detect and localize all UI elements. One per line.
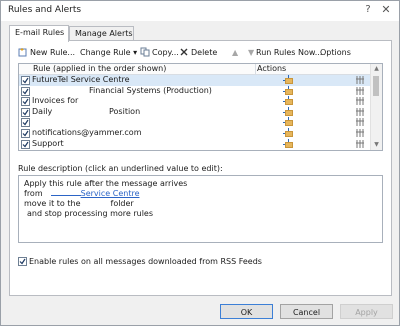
run-rules-now-button[interactable]: Run Rules Now...: [256, 47, 322, 59]
checkmark-icon: [22, 109, 29, 116]
move-down-button[interactable]: ▼: [248, 47, 254, 59]
rss-checkbox[interactable]: [18, 257, 27, 266]
scroll-down-arrow-icon[interactable]: ▼: [371, 140, 382, 150]
move-to-folder-action-icon: [282, 117, 294, 127]
desc-line-1: Apply this rule after the message arrive…: [24, 179, 188, 188]
stop-processing-action-icon: [355, 86, 365, 96]
rules-scrollbar[interactable]: ▲ ▼: [370, 64, 382, 150]
column-divider: [255, 64, 256, 74]
move-to-folder-action-icon: [282, 96, 294, 106]
rules-toolbar: New Rule... Change Rule ▾ Copy... Delete…: [10, 45, 391, 61]
rule-row[interactable]: Invoices for: [19, 96, 370, 107]
checkmark-icon: [22, 98, 29, 105]
cancel-button[interactable]: Cancel: [280, 304, 333, 319]
delete-icon: [179, 47, 189, 57]
rule-name: notifications@yammer.com: [32, 128, 142, 137]
stop-processing-action-icon: [355, 139, 365, 149]
ok-button[interactable]: OK: [220, 304, 273, 319]
rule-row[interactable]: Daily Position: [19, 106, 370, 118]
tab-email-rules[interactable]: E-mail Rules: [9, 25, 69, 42]
change-rule-button[interactable]: Change Rule ▾: [80, 47, 137, 59]
rules-list[interactable]: Rule (applied in the order shown) Action…: [18, 63, 383, 151]
desc-line-4: and stop processing more rules: [27, 209, 154, 218]
desc-line-2: from Service Centre: [24, 189, 139, 199]
new-rule-label: New Rule...: [30, 48, 76, 57]
scroll-thumb[interactable]: [373, 76, 379, 96]
rule-description-box: Apply this rule after the message arrive…: [18, 175, 383, 243]
rule-name-detail: Position: [109, 106, 141, 116]
desc-folder-text: folder: [110, 199, 134, 208]
new-rule-button[interactable]: New Rule...: [18, 47, 75, 59]
title-bar: Rules and Alerts ? ✕: [1, 1, 399, 21]
tab-manage-alerts[interactable]: Manage Alerts: [69, 26, 134, 41]
checkmark-icon: [22, 130, 29, 137]
rule-enabled-checkbox[interactable]: [21, 97, 30, 107]
rule-name: FutureTel Service Centre: [32, 75, 130, 84]
desc-move-text: move it to the: [24, 199, 81, 208]
rule-name: Daily: [32, 106, 53, 116]
delete-button[interactable]: Delete: [179, 47, 217, 59]
options-button[interactable]: Options: [320, 47, 351, 59]
stop-processing-action-icon: [355, 75, 365, 85]
rule-enabled-checkbox[interactable]: [21, 76, 30, 85]
rule-enabled-checkbox[interactable]: [21, 118, 30, 128]
close-button[interactable]: ✕: [379, 4, 393, 16]
copy-label: Copy...: [152, 48, 179, 57]
rules-list-header: Rule (applied in the order shown) Action…: [19, 64, 370, 75]
rule-enabled-checkbox[interactable]: [21, 86, 30, 96]
column-header-actions[interactable]: Actions: [257, 64, 286, 74]
change-rule-label: Change Rule ▾: [80, 48, 138, 57]
move-to-folder-action-icon: [282, 75, 294, 85]
move-up-button[interactable]: ▲: [232, 47, 238, 59]
rule-row[interactable]: Financial Systems (Production): [19, 85, 370, 97]
checkmark-icon: [22, 120, 29, 126]
move-to-folder-action-icon: [282, 106, 294, 117]
rule-name: Support: [32, 138, 64, 148]
desc-from-text: from: [24, 189, 43, 198]
rule-enabled-checkbox[interactable]: [21, 107, 30, 117]
scroll-up-arrow-icon[interactable]: ▲: [371, 64, 382, 74]
checkmark-icon: [22, 77, 29, 84]
move-to-folder-action-icon: [282, 138, 294, 149]
rule-row[interactable]: notifications@yammer.com: [19, 128, 370, 139]
stop-processing-action-icon: [355, 107, 365, 117]
desc-line-3: move it to the folder: [24, 199, 134, 209]
rule-description-label: Rule description (click an underlined va…: [18, 164, 223, 173]
rule-name: Invoices for: [32, 96, 79, 106]
help-button[interactable]: ?: [361, 4, 375, 16]
move-to-folder-action-icon: [282, 85, 294, 96]
move-to-folder-action-icon: [282, 128, 294, 138]
rss-label: Enable rules on all messages downloaded …: [29, 257, 262, 266]
new-rule-icon: [18, 47, 28, 57]
rules-and-alerts-dialog: Rules and Alerts ? ✕ E-mail Rules Manage…: [0, 0, 400, 326]
email-rules-panel: New Rule... Change Rule ▾ Copy... Delete…: [9, 40, 392, 296]
stop-processing-action-icon: [355, 96, 365, 106]
rule-row[interactable]: [19, 117, 370, 128]
copy-button[interactable]: Copy...: [140, 47, 179, 59]
column-header-rule[interactable]: Rule (applied in the order shown): [33, 64, 166, 74]
stop-processing-action-icon: [355, 117, 365, 127]
checkmark-icon: [19, 258, 26, 265]
delete-label: Delete: [191, 48, 218, 57]
rule-enabled-checkbox[interactable]: [21, 129, 30, 138]
checkmark-icon: [22, 141, 29, 148]
desc-sender-link[interactable]: Service Centre: [81, 189, 140, 198]
rule-row[interactable]: Support: [19, 138, 370, 150]
stop-processing-action-icon: [355, 128, 365, 138]
desc-sender-link-blank[interactable]: [50, 195, 81, 196]
window-title: Rules and Alerts: [8, 5, 82, 15]
rule-row[interactable]: FutureTel Service Centre: [19, 75, 370, 86]
copy-icon: [140, 47, 150, 57]
rule-name-detail: Financial Systems (Production): [89, 85, 212, 95]
apply-button[interactable]: Apply: [340, 304, 393, 319]
rule-enabled-checkbox[interactable]: [21, 139, 30, 149]
checkmark-icon: [22, 88, 29, 95]
